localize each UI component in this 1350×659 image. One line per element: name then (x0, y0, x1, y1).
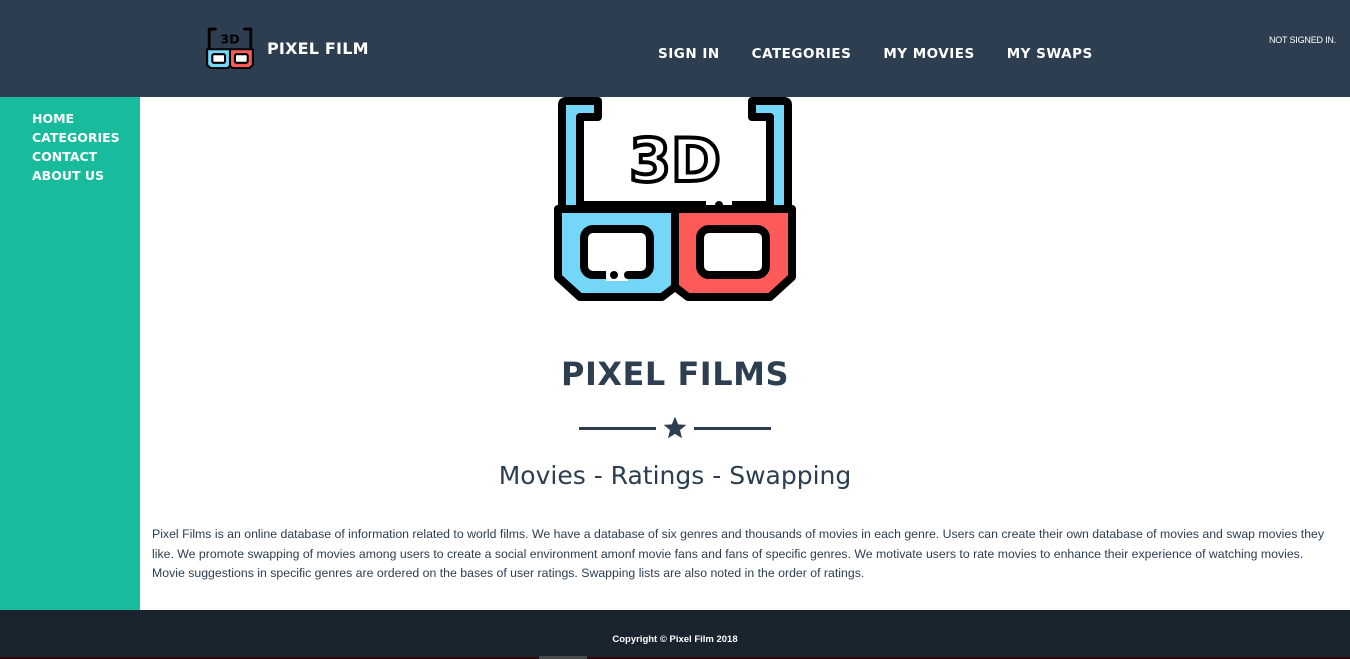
sign-in-status: NOT SIGNED IN. (1268, 35, 1336, 45)
nav-my-movies[interactable]: MY MOVIES (867, 45, 990, 63)
star-icon (663, 416, 687, 439)
sidebar-item-about-us[interactable]: ABOUT US (32, 166, 120, 185)
nav-categories[interactable]: CATEGORIES (736, 45, 868, 63)
svg-text:3D: 3D (220, 32, 239, 47)
3d-glasses-logo-icon: 3D (206, 27, 254, 69)
top-nav: SIGN IN CATEGORIES MY MOVIES MY SWAPS (642, 45, 1109, 63)
divider-line-left (579, 427, 656, 430)
brand-link[interactable]: 3D PIXEL FILM (205, 27, 369, 69)
nav-sign-in[interactable]: SIGN IN (642, 45, 736, 63)
sidebar-nav: HOME CATEGORIES CONTACT ABOUT US (32, 109, 120, 185)
3d-glasses-hero-icon: 3D (554, 97, 796, 301)
site-description: Pixel Films is an online database of inf… (152, 527, 1325, 580)
title-divider (579, 415, 771, 441)
page-footer: Copyright © Pixel Film 2018 (0, 610, 1350, 659)
svg-text:3D: 3D (629, 126, 721, 196)
sidebar-item-categories[interactable]: CATEGORIES (32, 128, 120, 147)
divider-line-right (694, 427, 771, 430)
brand-title: PIXEL FILM (267, 38, 369, 58)
top-header: 3D PIXEL FILM SIGN IN CATEGORIES MY MOVI… (0, 0, 1350, 97)
nav-my-swaps[interactable]: MY SWAPS (991, 45, 1109, 63)
sidebar-item-contact[interactable]: CONTACT (32, 147, 120, 166)
copyright-text: Copyright © Pixel Film 2018 (612, 634, 738, 645)
sidebar-item-home[interactable]: HOME (32, 109, 120, 128)
main-content: 3D PIXEL FILMS Movies - Ratings - Swappi… (140, 97, 1350, 610)
page-title: PIXEL FILMS (561, 355, 789, 393)
sidebar: HOME CATEGORIES CONTACT ABOUT US (0, 97, 140, 610)
page-subtitle: Movies - Ratings - Swapping (498, 461, 852, 490)
